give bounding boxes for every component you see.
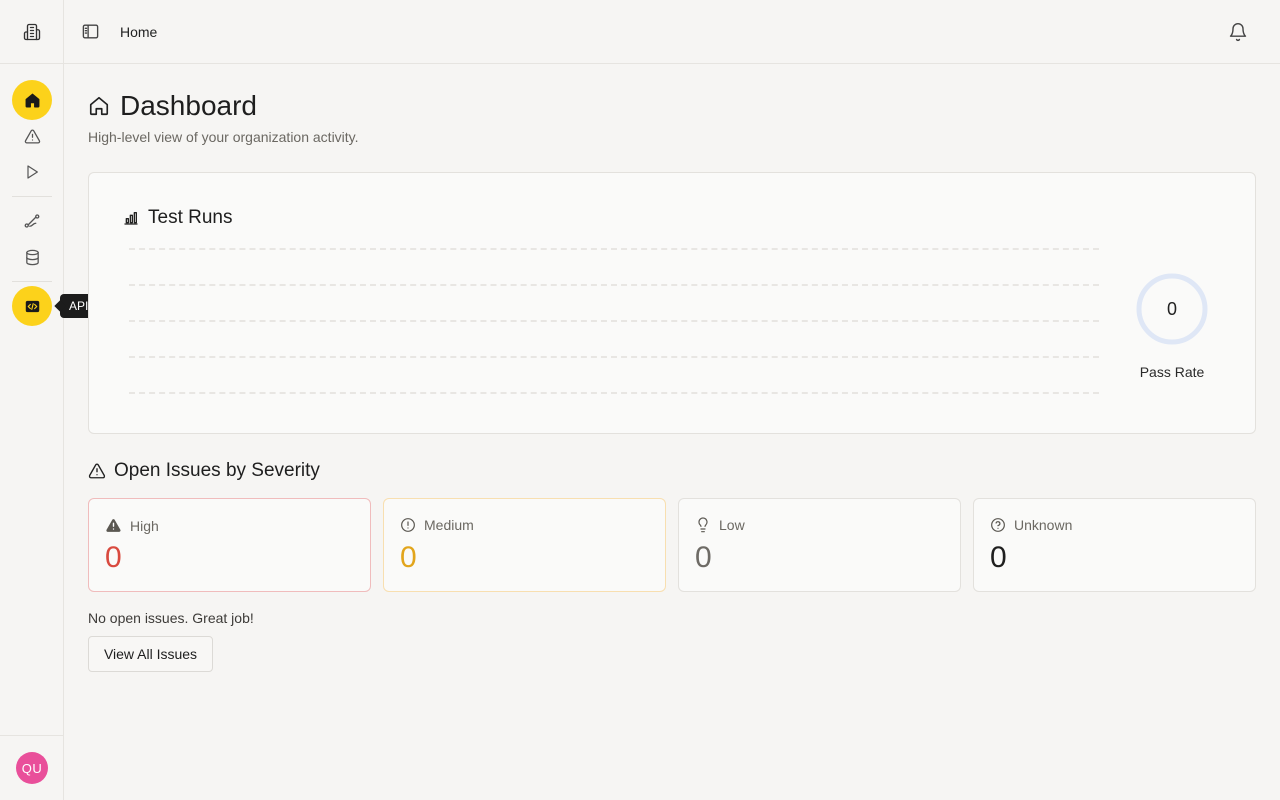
severity-label-row: Medium <box>400 517 474 533</box>
severity-label-row: Unknown <box>990 517 1072 533</box>
sidebar-item-data[interactable] <box>12 237 52 277</box>
avatar[interactable]: QU <box>16 752 48 784</box>
view-all-issues-button[interactable]: View All Issues <box>88 636 213 672</box>
pass-rate-label: Pass Rate <box>1139 364 1205 380</box>
page-title: Dashboard <box>120 90 257 121</box>
empty-state-message: No open issues. Great job! <box>88 610 254 626</box>
help-circle-icon <box>991 518 1005 532</box>
severity-label: Unknown <box>1014 517 1073 533</box>
pass-rate-value: 0 <box>1166 298 1177 319</box>
severity-count: 0 <box>105 541 122 574</box>
chart-gridline <box>129 248 1099 250</box>
test-runs-card: Test Runs 0 Pass Rate <box>88 172 1256 434</box>
severity-header: Open Issues by Severity <box>88 460 320 482</box>
sidebar-divider <box>12 196 52 197</box>
severity-label-row: Low <box>695 517 745 533</box>
alert-triangle-icon <box>106 519 121 532</box>
building-icon <box>23 23 40 40</box>
topbar: Home <box>64 0 1280 64</box>
chart-gridline <box>129 320 1099 322</box>
logo[interactable] <box>0 0 63 64</box>
user-menu: QU <box>0 735 64 800</box>
home-icon <box>89 96 109 116</box>
severity-title: Open Issues by Severity <box>114 460 320 481</box>
sidebar-item-issues[interactable] <box>12 116 52 156</box>
sidebar-item-workflows[interactable] <box>12 201 52 241</box>
sidebar-divider <box>12 281 52 282</box>
warning-icon <box>88 463 106 479</box>
panel-left-icon <box>82 24 98 39</box>
notifications-button[interactable] <box>1228 22 1248 42</box>
code-icon <box>25 300 39 312</box>
bar-chart-icon <box>124 212 138 225</box>
chart-gridline <box>129 284 1099 286</box>
page-header: Dashboard <box>88 90 257 122</box>
severity-count: 0 <box>400 541 417 574</box>
sidebar-item-home[interactable] <box>12 80 52 120</box>
sidebar: QU <box>0 0 64 800</box>
alert-circle-icon <box>401 518 415 532</box>
breadcrumb[interactable]: Home <box>120 24 157 40</box>
warning-icon <box>24 128 40 144</box>
play-icon <box>27 165 38 179</box>
severity-card-medium[interactable]: Medium 0 <box>383 498 666 592</box>
severity-label-row: High <box>105 517 159 534</box>
severity-count: 0 <box>695 541 712 574</box>
severity-card-unknown[interactable]: Unknown 0 <box>973 498 1256 592</box>
chart-gridline <box>129 356 1099 358</box>
test-runs-title: Test Runs <box>148 207 233 228</box>
test-runs-header: Test Runs <box>123 207 232 229</box>
database-icon <box>25 249 39 265</box>
sidebar-toggle-button[interactable] <box>80 22 100 42</box>
chart-gridline <box>129 392 1099 394</box>
bell-icon <box>1229 23 1247 42</box>
severity-card-high[interactable]: High 0 <box>88 498 371 592</box>
severity-label: Medium <box>424 517 474 533</box>
route-icon <box>24 214 40 228</box>
page-subtitle: High-level view of your organization act… <box>88 129 359 145</box>
sidebar-item-api-catalog[interactable] <box>12 286 52 326</box>
severity-label: High <box>130 517 159 534</box>
home-icon <box>25 93 39 107</box>
lightbulb-icon <box>698 517 708 533</box>
severity-label: Low <box>719 517 745 533</box>
sidebar-item-runs[interactable] <box>12 152 52 192</box>
severity-card-low[interactable]: Low 0 <box>678 498 961 592</box>
severity-count: 0 <box>990 541 1007 574</box>
